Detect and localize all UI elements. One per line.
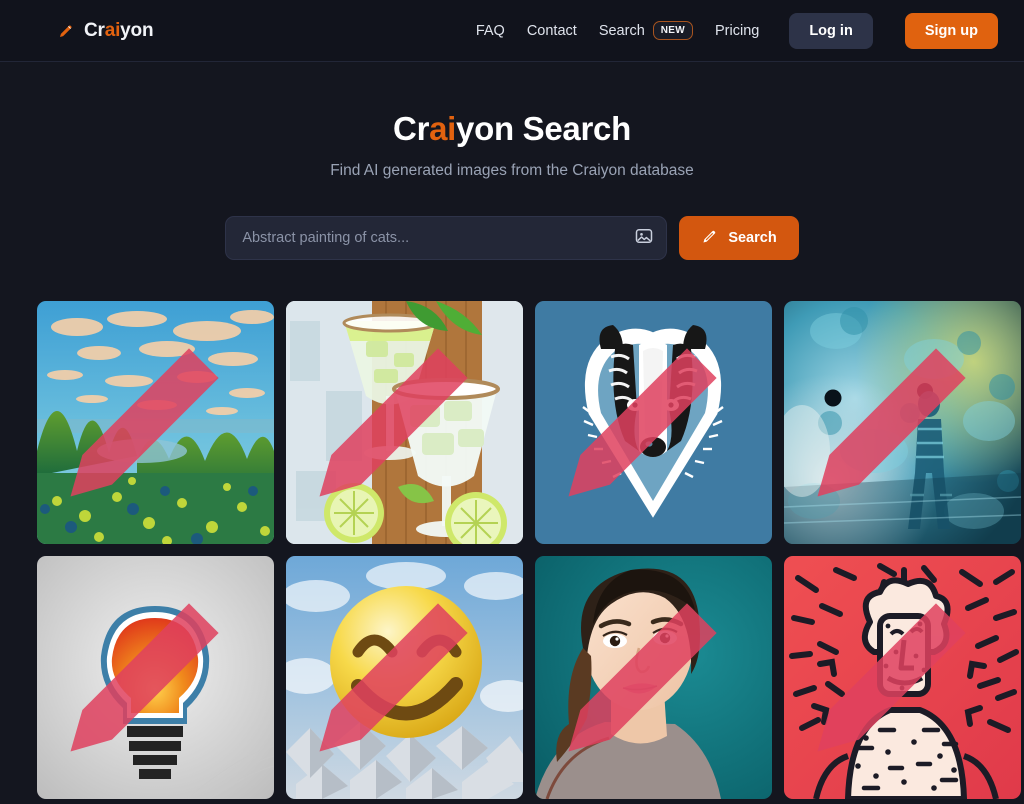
- logo-text: Craiyon: [84, 19, 154, 42]
- logo-prefix: Cr: [84, 19, 105, 41]
- gallery-item-keith-haring-style-figure[interactable]: [784, 556, 1021, 799]
- gallery-item-abstract-blue-figure[interactable]: [784, 301, 1021, 544]
- nav-item-faq[interactable]: FAQ: [476, 23, 505, 39]
- logo[interactable]: Craiyon: [57, 19, 154, 42]
- pencil-watermark-icon: [70, 603, 219, 752]
- nav-item-contact[interactable]: Contact: [527, 23, 577, 39]
- nav-item-search[interactable]: Search: [599, 23, 645, 39]
- gallery-item-impressionist-landscape-painting[interactable]: [37, 301, 274, 544]
- image-grid: [0, 301, 1024, 799]
- logo-accent: ai: [104, 19, 121, 41]
- search-field[interactable]: [225, 216, 668, 260]
- page-title-prefix: Cr: [393, 110, 430, 147]
- pencil-watermark-icon: [319, 348, 468, 497]
- page-title-accent: ai: [429, 110, 457, 147]
- pencil-icon: [57, 22, 75, 40]
- page-subtitle: Find AI generated images from the Craiyo…: [330, 162, 694, 179]
- nav-item-search-group: Search NEW: [599, 21, 693, 40]
- logo-suffix: yon: [120, 19, 154, 41]
- pencil-watermark-icon: [568, 603, 717, 752]
- search-button[interactable]: Search: [679, 216, 799, 260]
- page-title: Craiyon Search: [0, 110, 1024, 148]
- nav-item-pricing[interactable]: Pricing: [715, 23, 759, 39]
- page-title-suffix: yon Search: [456, 110, 631, 147]
- main-nav: FAQ Contact Search NEW Pricing Log in Si…: [476, 12, 998, 49]
- pencil-watermark-icon: [70, 348, 219, 497]
- site-header: Craiyon FAQ Contact Search NEW Pricing L…: [0, 0, 1024, 62]
- gallery-item-smiley-face-in-clouds[interactable]: [286, 556, 523, 799]
- pencil-watermark-icon: [568, 348, 717, 497]
- gallery-item-lightbulb-icon-art[interactable]: [37, 556, 274, 799]
- pencil-watermark-icon: [817, 348, 966, 497]
- pencil-icon: [701, 228, 718, 249]
- signup-button[interactable]: Sign up: [904, 12, 998, 49]
- login-button[interactable]: Log in: [789, 12, 873, 49]
- gallery-item-margarita-cocktails-with-limes[interactable]: [286, 301, 523, 544]
- pencil-watermark-icon: [817, 603, 966, 752]
- search-button-label: Search: [728, 230, 777, 246]
- search-input[interactable]: [242, 230, 635, 246]
- hero-section: Craiyon Search Find AI generated images …: [0, 62, 1024, 260]
- pencil-watermark-icon: [319, 603, 468, 752]
- search-bar: Search: [0, 216, 1024, 260]
- image-icon[interactable]: [634, 226, 654, 251]
- gallery-item-portrait-of-woman[interactable]: [535, 556, 772, 799]
- new-badge: NEW: [652, 21, 693, 40]
- gallery-item-badger-head-illustration[interactable]: [535, 301, 772, 544]
